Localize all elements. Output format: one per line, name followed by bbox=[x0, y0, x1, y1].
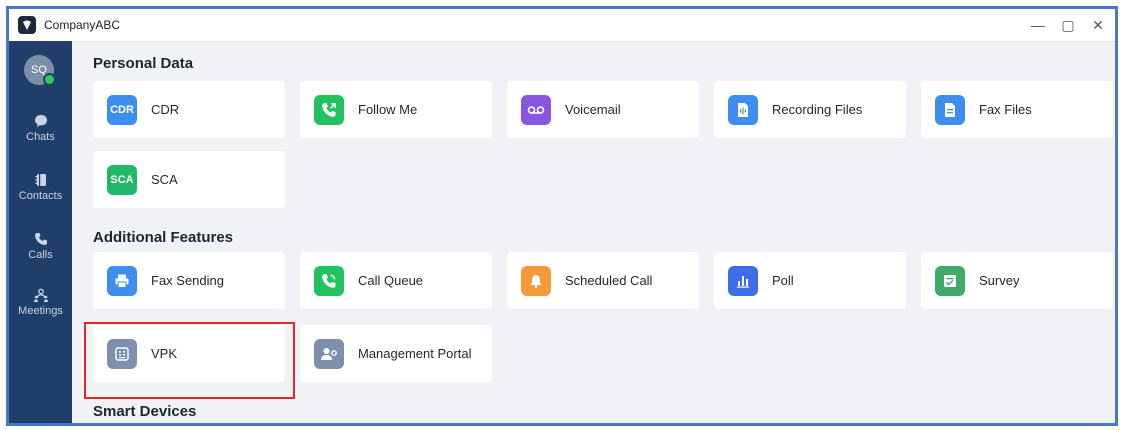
section-title-smart-devices: Smart Devices bbox=[93, 403, 197, 420]
document-icon bbox=[935, 94, 965, 125]
card-label: SCA bbox=[151, 172, 178, 187]
maximize-button[interactable]: ▢ bbox=[1055, 9, 1081, 41]
card-call-queue[interactable]: Call Queue bbox=[300, 252, 492, 309]
phone-forward-icon bbox=[314, 94, 344, 125]
card-label: Call Queue bbox=[358, 273, 424, 288]
card-sca[interactable]: SCA SCA bbox=[93, 151, 285, 208]
sidebar-item-meetings[interactable]: Meetings bbox=[9, 287, 72, 317]
presence-indicator bbox=[43, 73, 56, 86]
card-label: Management Portal bbox=[358, 346, 472, 361]
card-label: Recording Files bbox=[772, 102, 863, 117]
main-content: Personal Data CDR CDR Follow Me Voicemai… bbox=[72, 41, 1115, 423]
section-title-personal-data: Personal Data bbox=[93, 55, 194, 72]
title-bar: CompanyABC — ▢ ✕ bbox=[9, 9, 1115, 42]
sidebar-item-label: Contacts bbox=[18, 190, 63, 202]
card-label: Fax Files bbox=[979, 102, 1032, 117]
sidebar: SQ Chats Contacts Calls Meetings bbox=[9, 41, 72, 423]
card-label: Scheduled Call bbox=[565, 273, 653, 288]
card-vpk[interactable]: VPK bbox=[93, 325, 285, 382]
call-queue-icon bbox=[314, 265, 344, 296]
card-survey[interactable]: Survey bbox=[921, 252, 1113, 309]
chat-bubble-icon bbox=[34, 115, 47, 127]
sidebar-item-label: Calls bbox=[28, 249, 53, 261]
survey-icon bbox=[935, 265, 965, 296]
app-logo-icon bbox=[18, 16, 36, 34]
cdr-text-icon: CDR bbox=[107, 94, 137, 125]
card-label: Fax Sending bbox=[151, 273, 224, 288]
admin-user-icon bbox=[314, 338, 344, 369]
contacts-book-icon bbox=[35, 174, 46, 186]
card-fax-files[interactable]: Fax Files bbox=[921, 81, 1113, 138]
voicemail-icon bbox=[521, 94, 551, 125]
phone-icon bbox=[34, 233, 47, 245]
app-window: CompanyABC — ▢ ✕ SQ Chats Contacts Calls… bbox=[6, 6, 1118, 426]
minimize-button[interactable]: — bbox=[1025, 9, 1051, 41]
sidebar-item-contacts[interactable]: Contacts bbox=[9, 172, 72, 202]
card-label: VPK bbox=[151, 346, 178, 361]
people-icon bbox=[33, 288, 48, 302]
card-cdr[interactable]: CDR CDR bbox=[93, 81, 285, 138]
section-title-additional-features: Additional Features bbox=[93, 229, 234, 246]
close-button[interactable]: ✕ bbox=[1085, 9, 1111, 41]
card-label: Follow Me bbox=[358, 102, 418, 117]
card-label: Survey bbox=[979, 273, 1020, 288]
bell-icon bbox=[521, 265, 551, 296]
card-voicemail[interactable]: Voicemail bbox=[507, 81, 699, 138]
sidebar-item-calls[interactable]: Calls bbox=[9, 231, 72, 261]
sidebar-item-chats[interactable]: Chats bbox=[9, 113, 72, 143]
sidebar-item-label: Chats bbox=[26, 131, 55, 143]
bar-chart-icon bbox=[728, 265, 758, 296]
window-controls: — ▢ ✕ bbox=[1025, 9, 1115, 41]
card-label: Poll bbox=[772, 273, 794, 288]
sidebar-item-label: Meetings bbox=[18, 305, 63, 317]
app-title: CompanyABC bbox=[44, 18, 121, 32]
card-follow-me[interactable]: Follow Me bbox=[300, 81, 492, 138]
card-management-portal[interactable]: Management Portal bbox=[300, 325, 492, 382]
card-scheduled-call[interactable]: Scheduled Call bbox=[507, 252, 699, 309]
card-recording-files[interactable]: Recording Files bbox=[714, 81, 906, 138]
card-label: CDR bbox=[151, 102, 180, 117]
avatar[interactable]: SQ bbox=[24, 55, 56, 86]
audio-file-icon bbox=[728, 94, 758, 125]
card-poll[interactable]: Poll bbox=[714, 252, 906, 309]
sca-text-icon: SCA bbox=[107, 164, 137, 195]
printer-icon bbox=[107, 265, 137, 296]
card-fax-sending[interactable]: Fax Sending bbox=[93, 252, 285, 309]
keypad-icon bbox=[107, 338, 137, 369]
card-label: Voicemail bbox=[565, 102, 621, 117]
